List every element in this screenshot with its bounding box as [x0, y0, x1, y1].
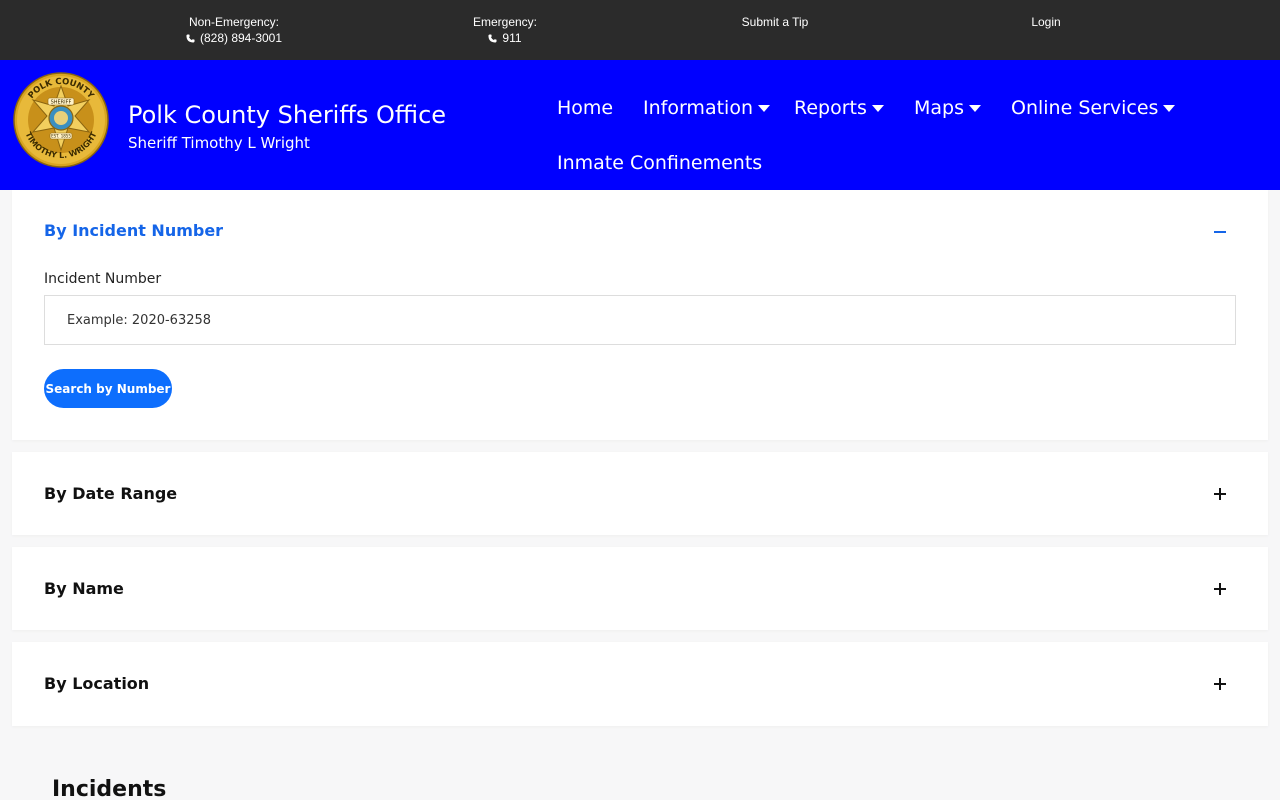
non-emergency-label: Non-Emergency:: [188, 15, 280, 29]
non-emergency-phone: (828) 894-3001: [199, 31, 283, 45]
plus-icon[interactable]: [1213, 582, 1227, 596]
nav-information[interactable]: Information: [643, 96, 770, 120]
incident-number-label: Incident Number: [44, 271, 162, 287]
caret-down-icon: [1163, 104, 1176, 112]
phone-icon: [488, 33, 497, 43]
incidents-heading: Incidents: [52, 777, 167, 800]
accordion-by-date-range: By Date Range: [12, 452, 1268, 535]
svg-text:SHERIFF: SHERIFF: [51, 100, 72, 106]
nav-home[interactable]: Home: [557, 96, 613, 120]
nav-inmate-confinements[interactable]: Inmate Confinements: [557, 151, 762, 175]
site-subtitle: Sheriff Timothy L Wright: [128, 134, 310, 152]
accordion-by-location: By Location: [12, 642, 1268, 726]
top-bar: Non-Emergency: (828) 894-3001 Emergency:…: [0, 0, 1280, 60]
nav-online-services[interactable]: Online Services: [1011, 96, 1176, 120]
emergency-phone: 911: [502, 31, 522, 45]
plus-icon[interactable]: [1213, 487, 1227, 501]
accordion-by-incident-number: By Incident Number Incident Number Searc…: [12, 190, 1268, 440]
plus-icon[interactable]: [1213, 677, 1227, 691]
nav-home-label: Home: [557, 97, 614, 119]
nav-maps-label: Maps: [914, 97, 964, 119]
nav-inmate-confinements-label: Inmate Confinements: [557, 152, 763, 174]
accordion-header-by-incident-number[interactable]: By Incident Number: [44, 221, 223, 240]
emergency-contact[interactable]: Emergency: 911: [405, 14, 605, 47]
nav-online-services-label: Online Services: [1011, 97, 1159, 119]
site-title[interactable]: Polk County Sheriffs Office: [128, 100, 446, 130]
phone-icon: [186, 33, 195, 43]
nav-reports-label: Reports: [794, 97, 867, 119]
caret-down-icon: [969, 104, 981, 112]
login-link[interactable]: Login: [946, 14, 1146, 30]
site-header: SHERIFF EST. 1855 POLK COUNTY TIMOTHY L.…: [0, 60, 1280, 190]
accordion-header-by-name[interactable]: By Name: [44, 579, 124, 598]
caret-down-icon: [871, 104, 884, 112]
minus-icon[interactable]: [1213, 225, 1227, 239]
svg-text:EST. 1855: EST. 1855: [51, 134, 71, 139]
nav-reports[interactable]: Reports: [794, 96, 884, 120]
emergency-label: Emergency:: [472, 15, 538, 29]
submit-tip-link[interactable]: Submit a Tip: [675, 14, 875, 30]
nav-information-label: Information: [643, 97, 753, 119]
search-by-number-button[interactable]: Search by Number: [44, 369, 172, 408]
nav-maps[interactable]: Maps: [914, 96, 981, 120]
accordion-header-by-date-range[interactable]: By Date Range: [44, 484, 177, 503]
sheriff-badge-logo[interactable]: SHERIFF EST. 1855 POLK COUNTY TIMOTHY L.…: [13, 72, 109, 168]
accordion-header-by-location[interactable]: By Location: [44, 674, 149, 693]
caret-down-icon: [757, 104, 770, 112]
incident-number-input[interactable]: [44, 295, 1236, 345]
accordion-by-name: By Name: [12, 547, 1268, 630]
non-emergency-contact[interactable]: Non-Emergency: (828) 894-3001: [134, 14, 334, 47]
